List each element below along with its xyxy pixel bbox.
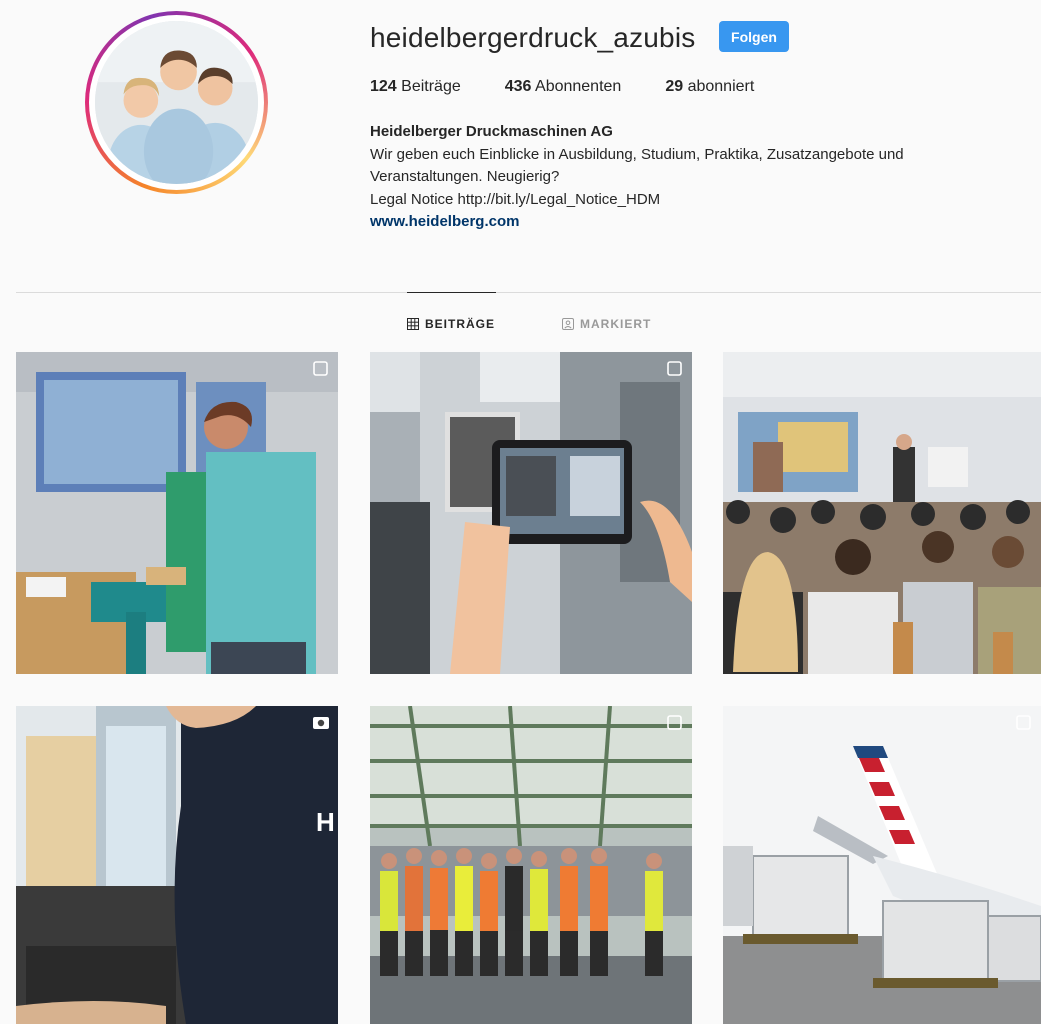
follow-button[interactable]: Folgen <box>719 21 789 52</box>
followers-count: 436 <box>504 78 532 95</box>
posts-count-stat: 124 Beiträge <box>370 78 461 96</box>
bio-line: Veranstaltungen. Neugierig? <box>370 168 560 185</box>
tab-posts-label: BEITRÄGE <box>425 317 496 331</box>
post-thumbnail[interactable] <box>16 352 338 674</box>
post-thumbnail[interactable] <box>370 706 692 1024</box>
avatar[interactable] <box>95 21 258 184</box>
tab-tagged[interactable]: MARKIERT <box>562 317 651 331</box>
svg-text:H: H <box>316 807 335 837</box>
post-photo <box>723 352 1041 674</box>
story-ring[interactable] <box>85 11 268 194</box>
multi-image-icon <box>667 361 682 376</box>
active-tab-indicator <box>407 292 496 293</box>
multi-image-icon <box>313 361 328 376</box>
post-thumbnail[interactable] <box>723 706 1041 1024</box>
avatar-photo <box>95 21 258 184</box>
followers-label: Abonnenten <box>535 78 622 95</box>
post-photo <box>16 352 338 674</box>
bio-line: Legal Notice http://bit.ly/Legal_Notice_… <box>370 190 661 208</box>
tabs-divider <box>16 292 1041 293</box>
post-photo <box>370 706 692 1024</box>
post-thumbnail[interactable] <box>370 352 692 674</box>
multi-image-icon <box>1016 715 1031 730</box>
tagged-icon <box>562 318 574 330</box>
bio-line: Wir geben euch Einblicke in Ausbildung, … <box>370 145 904 163</box>
profile-bio: Heidelberger Druckmaschinen AG Wir geben… <box>370 121 1010 234</box>
profile-header: heidelbergerdruck_azubis Folgen 124 Beit… <box>0 0 1041 292</box>
full-name: Heidelberger Druckmaschinen AG <box>370 123 613 140</box>
post-photo <box>370 352 692 674</box>
username: heidelbergerdruck_azubis <box>370 22 696 53</box>
posts-label: Beiträge <box>401 78 461 95</box>
following-stat[interactable]: 29 abonniert <box>665 78 754 96</box>
following-count: 29 <box>665 78 684 95</box>
multi-image-icon <box>667 715 682 730</box>
post-photo: H <box>16 706 338 1024</box>
posts-count: 124 <box>370 78 397 95</box>
website-link[interactable]: www.heidelberg.com <box>370 211 1010 234</box>
following-label: abonniert <box>687 78 755 95</box>
post-photo <box>723 706 1041 1024</box>
grid-icon <box>407 318 419 330</box>
post-thumbnail[interactable]: H <box>16 706 338 1024</box>
tab-posts[interactable]: BEITRÄGE <box>407 317 495 331</box>
video-icon <box>313 717 329 729</box>
post-thumbnail[interactable] <box>723 352 1041 674</box>
tab-tagged-label: MARKIERT <box>580 317 652 331</box>
profile-stats: 124 Beiträge 436 Abonnenten 29 abonniert <box>370 78 798 96</box>
followers-stat[interactable]: 436 Abonnenten <box>505 78 622 96</box>
